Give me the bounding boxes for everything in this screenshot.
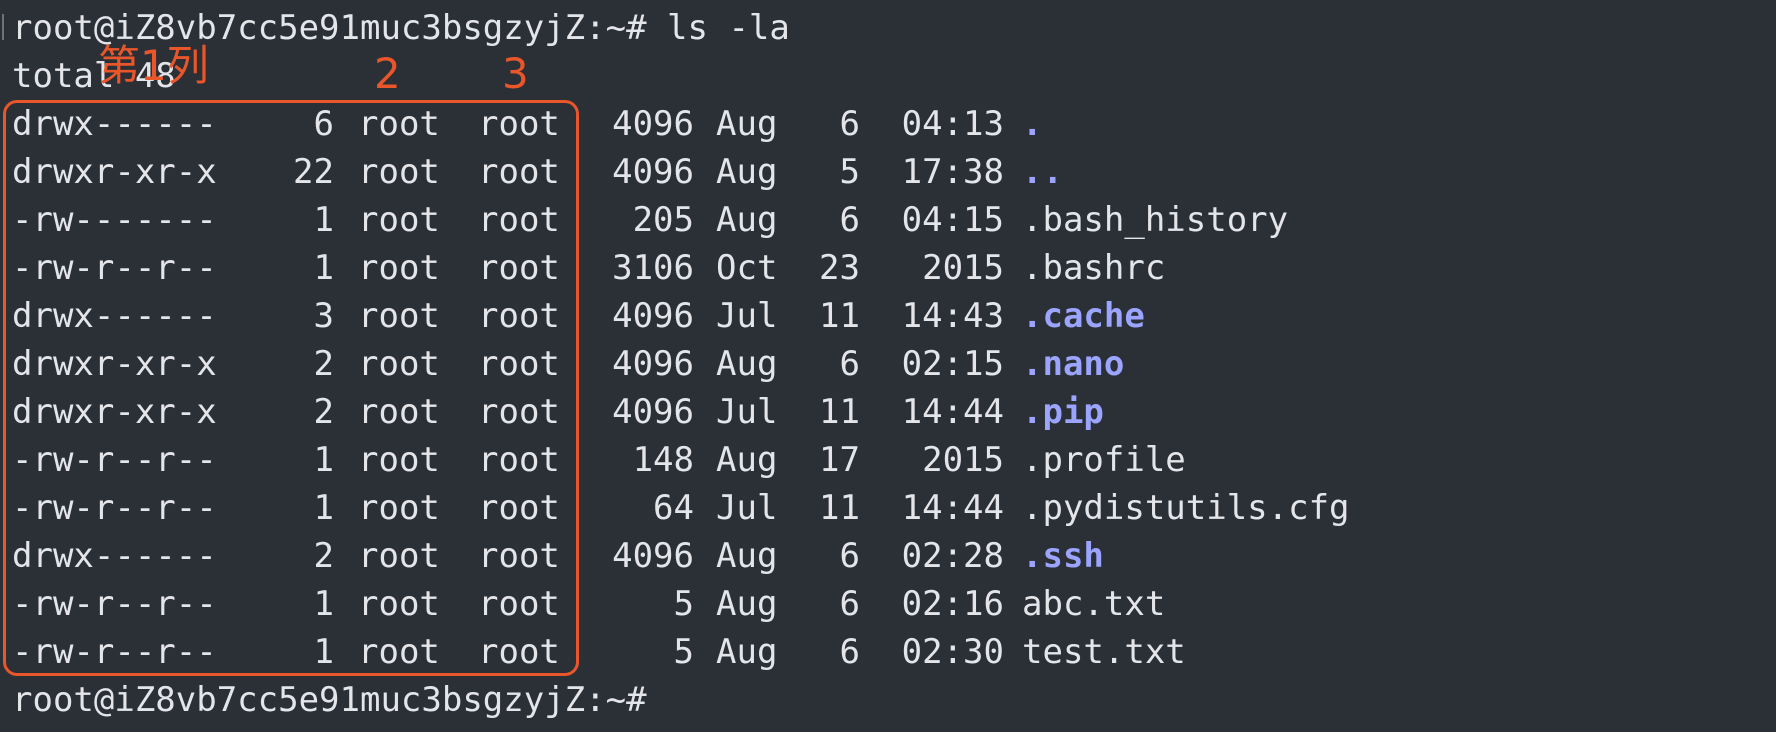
file-size: 4096: [612, 536, 694, 576]
day: 11: [819, 392, 860, 432]
month: Jul: [716, 296, 778, 336]
time: 02:15: [901, 344, 1004, 384]
day: 11: [819, 488, 860, 528]
file-size: 3106: [612, 248, 694, 288]
file-size: 5: [673, 584, 694, 624]
time: 2015: [922, 440, 1004, 480]
month: Aug: [716, 536, 778, 576]
file-size: 148: [632, 440, 694, 480]
file-size: 4096: [612, 296, 694, 336]
day: 6: [839, 584, 860, 624]
file-name: .pydistutils.cfg: [1022, 488, 1350, 528]
file-name: abc.txt: [1022, 584, 1166, 624]
day: 6: [839, 344, 860, 384]
file-size: 4096: [612, 344, 694, 384]
file-size: 4096: [612, 392, 694, 432]
month: Aug: [716, 152, 778, 192]
file-size: 64: [653, 488, 694, 528]
file-size: 205: [632, 200, 694, 240]
day: 6: [839, 200, 860, 240]
day: 6: [839, 104, 860, 144]
month: Oct: [716, 248, 778, 288]
prompt-line-bottom: root@iZ8vb7cc5e91muc3bsgzyjZ:~#: [12, 680, 647, 720]
month: Aug: [716, 344, 778, 384]
window-edge-mark: [2, 14, 9, 40]
day: 5: [839, 152, 860, 192]
month: Jul: [716, 392, 778, 432]
day: 6: [839, 632, 860, 672]
month: Aug: [716, 632, 778, 672]
time: 2015: [922, 248, 1004, 288]
time: 14:44: [901, 392, 1004, 432]
month: Aug: [716, 200, 778, 240]
file-name: .nano: [1022, 344, 1125, 384]
month: Aug: [716, 104, 778, 144]
day: 23: [819, 248, 860, 288]
time: 02:28: [901, 536, 1004, 576]
time: 04:15: [901, 200, 1004, 240]
time: 14:43: [901, 296, 1004, 336]
file-name: .ssh: [1022, 536, 1104, 576]
file-size: 4096: [612, 104, 694, 144]
file-size: 4096: [612, 152, 694, 192]
time: 17:38: [901, 152, 1004, 192]
annotation-column-1: 第1列: [98, 41, 209, 90]
month: Aug: [716, 584, 778, 624]
file-size: 5: [673, 632, 694, 672]
time: 02:16: [901, 584, 1004, 624]
time: 02:30: [901, 632, 1004, 672]
terminal-window[interactable]: root@iZ8vb7cc5e91muc3bsgzyjZ:~# ls -la t…: [0, 0, 1776, 732]
time: 04:13: [901, 104, 1004, 144]
file-name: .cache: [1022, 296, 1145, 336]
time: 14:44: [901, 488, 1004, 528]
day: 11: [819, 296, 860, 336]
file-name: .pip: [1022, 392, 1104, 432]
file-name: .: [1022, 104, 1043, 144]
month: Aug: [716, 440, 778, 480]
annotation-column-3: 3: [502, 49, 529, 98]
file-name: .bash_history: [1022, 200, 1289, 240]
highlight-box-columns: [3, 100, 579, 676]
file-name: .profile: [1022, 440, 1186, 480]
day: 6: [839, 536, 860, 576]
month: Jul: [716, 488, 778, 528]
day: 17: [819, 440, 860, 480]
file-name: test.txt: [1022, 632, 1186, 672]
file-name: ..: [1022, 152, 1063, 192]
annotation-column-2: 2: [374, 49, 401, 98]
file-name: .bashrc: [1022, 248, 1166, 288]
